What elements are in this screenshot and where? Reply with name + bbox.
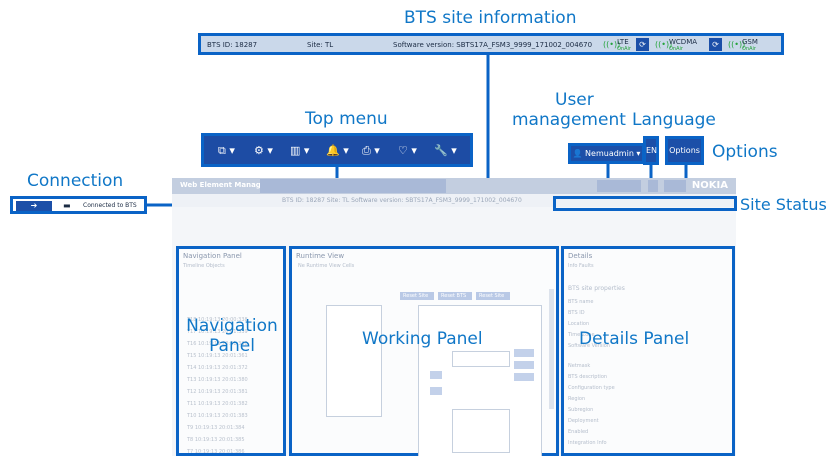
- connection-status: Connected to BTS: [83, 202, 137, 209]
- user-management-label-line1: User: [555, 90, 594, 110]
- reset-bts-button[interactable]: Reset BTS: [438, 292, 472, 300]
- hw-box: [326, 305, 382, 417]
- refresh-icon[interactable]: ⟳: [709, 38, 722, 51]
- faded-top-menu: [260, 179, 446, 193]
- user-menu-button[interactable]: 👤 Nemuadmin ▾: [568, 143, 645, 164]
- faded-user-button: [597, 180, 641, 192]
- port-chip: [514, 349, 534, 357]
- detail-row: Deployment: [568, 418, 599, 424]
- connection-label: Connection: [27, 171, 124, 191]
- detail-row: Region: [568, 396, 586, 402]
- detail-row: Netmask: [568, 363, 591, 369]
- detail-row: Location: [568, 321, 590, 327]
- detail-row: BTS description: [568, 374, 608, 380]
- site-status-label: Site Status: [740, 195, 827, 214]
- details-title: Details: [568, 252, 593, 260]
- working-panel: Runtime View Ne Runtime View Cells Reset…: [289, 246, 559, 456]
- table-row: T12 10:19:13 20:01:381: [187, 389, 248, 395]
- bts-id: BTS ID: 18287: [207, 41, 258, 49]
- port-chip: [514, 361, 534, 369]
- detail-row: Configuration type: [568, 385, 615, 391]
- working-title: Runtime View: [296, 252, 345, 260]
- site-name: Site: TL: [307, 41, 334, 49]
- detail-row: BTS ID: [568, 310, 585, 316]
- language-label: Language: [632, 110, 716, 130]
- table-row: T14 10:19:13 20:01:372: [187, 365, 248, 371]
- port-chip: [514, 373, 534, 381]
- connect-icon[interactable]: ➔: [16, 201, 52, 211]
- details-section: BTS site properties: [568, 285, 625, 292]
- connection-bar: ➔ ▬ Connected to BTS: [10, 196, 147, 214]
- menu-item-tools[interactable]: 🔧 ▾: [434, 144, 457, 157]
- port-chip: [430, 371, 442, 379]
- user-management-label-line2: management: [512, 110, 626, 130]
- options-button[interactable]: Options: [665, 136, 704, 165]
- menu-item-alarms[interactable]: 🔔 ▾: [326, 144, 349, 157]
- menu-item-network[interactable]: ⧉ ▾: [218, 144, 235, 158]
- hw-box: [452, 351, 510, 367]
- detail-row: Integration Info: [568, 440, 607, 446]
- table-row: T11 10:19:13 20:01:382: [187, 401, 248, 407]
- menu-item-hardware[interactable]: ⎙ ▾: [362, 144, 380, 158]
- reset-site-button-2[interactable]: Reset Site: [476, 292, 510, 300]
- port-chip: [430, 387, 442, 395]
- details-panel-label: Details Panel: [579, 329, 690, 349]
- table-row: T10 10:19:13 20:01:383: [187, 413, 248, 419]
- working-tabs: Ne Runtime View Cells: [298, 263, 355, 269]
- nav-tabs: Timeline Objects: [183, 263, 225, 269]
- working-panel-label: Working Panel: [362, 329, 483, 349]
- detail-row: Subregion: [568, 407, 594, 413]
- options-label: Options: [712, 142, 778, 162]
- top-menu-bar: ⧉ ▾ ⚙ ▾ ▥ ▾ 🔔 ▾ ⎙ ▾ ♡ ▾ 🔧 ▾: [201, 133, 473, 167]
- menu-item-settings[interactable]: ⚙ ▾: [254, 144, 273, 157]
- top-menu-label: Top menu: [305, 109, 388, 129]
- brand-logo: NOKIA: [691, 180, 728, 191]
- language-button[interactable]: EN: [643, 136, 659, 165]
- menu-item-charts[interactable]: ▥ ▾: [290, 144, 309, 157]
- details-panel: Details Info Faults BTS site properties …: [561, 246, 735, 456]
- details-tabs: Info Faults: [568, 263, 594, 269]
- detail-row: BTS name: [568, 299, 594, 305]
- menu-item-diagnostics[interactable]: ♡ ▾: [398, 144, 417, 157]
- app-title: Web Element Manager: [180, 181, 270, 189]
- app-screenshot: Web Element Manager NOKIA BTS ID: 18287 …: [172, 178, 736, 456]
- app-header: Web Element Manager NOKIA: [172, 178, 736, 194]
- nav-title: Navigation Panel: [183, 252, 242, 260]
- navigation-panel-label: Navigation Panel: [186, 316, 278, 356]
- bts-site-info-label: BTS site information: [404, 8, 577, 28]
- detail-row: Enabled: [568, 429, 589, 435]
- faded-options-button: [664, 180, 686, 192]
- software-version: Software version: SBTS17A_FSM3_9999_1710…: [393, 41, 593, 49]
- bts-info-bar: BTS ID: 18287 Site: TL Software version:…: [198, 33, 784, 55]
- table-row: T9 10:19:13 20:01:384: [187, 425, 245, 431]
- faded-language-button: [648, 180, 658, 192]
- table-row: T8 10:19:13 20:01:385: [187, 437, 245, 443]
- table-row: T7 10:19:13 20:01:386: [187, 449, 245, 455]
- folder-icon[interactable]: ▬: [63, 201, 71, 210]
- reset-site-button[interactable]: Reset Site: [400, 292, 434, 300]
- scrollbar[interactable]: [549, 289, 554, 409]
- site-status-outline: [553, 196, 737, 211]
- faded-status-text: BTS ID: 18287 Site: TL Software version:…: [282, 197, 522, 204]
- table-row: T13 10:19:13 20:01:380: [187, 377, 248, 383]
- hw-box: [452, 409, 510, 453]
- refresh-icon[interactable]: ⟳: [636, 38, 649, 51]
